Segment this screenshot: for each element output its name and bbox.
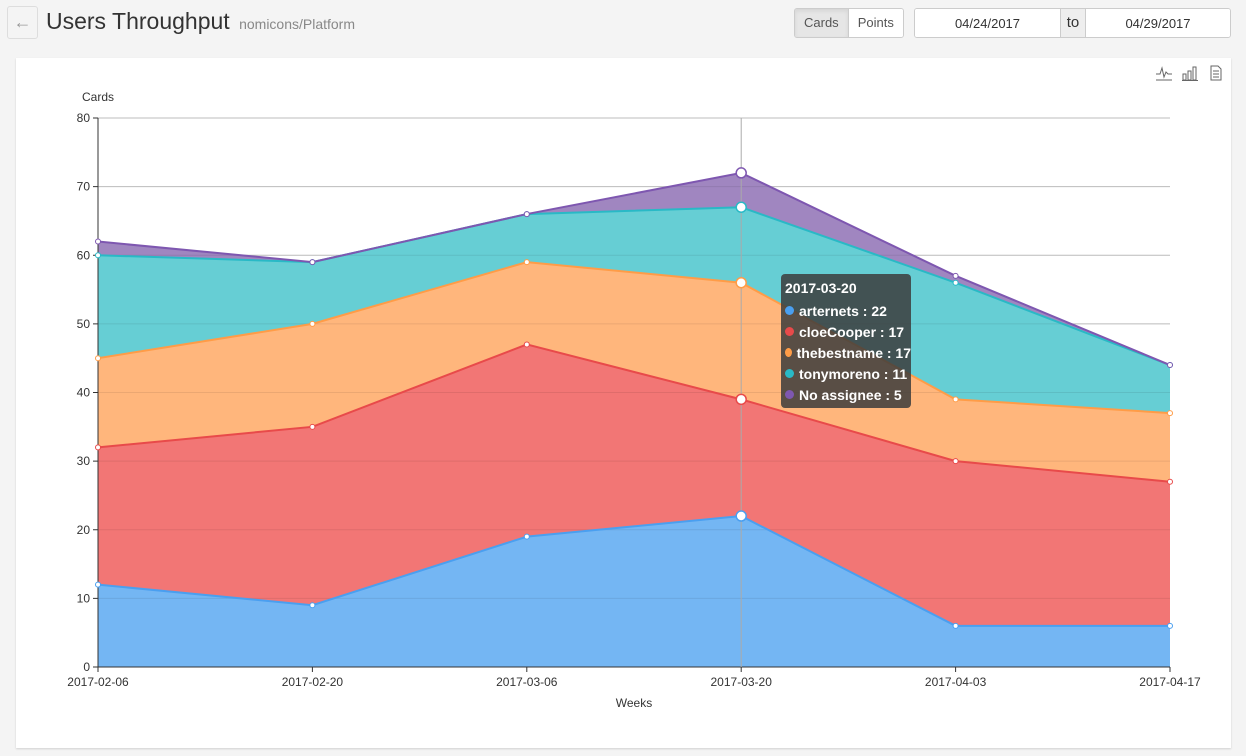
y-tick-label: 0 (83, 660, 90, 674)
data-point (95, 252, 101, 259)
x-tick-label: 2017-02-20 (282, 675, 344, 689)
data-point (523, 211, 530, 218)
data-point (309, 423, 316, 430)
data-point (735, 510, 747, 522)
data-point (309, 602, 316, 609)
data-point (952, 458, 959, 465)
data-point (95, 238, 101, 245)
data-point (95, 355, 101, 362)
x-tick-label: 2017-04-03 (925, 675, 987, 689)
data-point (95, 444, 101, 451)
x-tick-label: 2017-03-06 (496, 675, 558, 689)
data-point (735, 393, 747, 406)
stacked-area-chart: 0 10 20 30 40 50 60 70 80 2017-02-06 2017-02-20 201… (67, 90, 1201, 710)
data-point (1167, 410, 1173, 417)
data-point (523, 533, 530, 540)
data-point (952, 622, 959, 629)
data-point (735, 201, 747, 213)
data-point (523, 259, 530, 266)
data-point (952, 279, 959, 286)
y-axis-label: Cards (82, 90, 114, 104)
x-tick-label: 2017-03-20 (711, 675, 773, 689)
y-tick-label: 70 (77, 180, 91, 194)
data-point (1167, 622, 1173, 629)
y-tick-label: 20 (77, 523, 91, 537)
data-point (952, 396, 959, 403)
y-tick-label: 50 (77, 317, 91, 331)
data-point (95, 581, 101, 588)
data-point (735, 167, 747, 179)
x-tick-label: 2017-02-06 (67, 675, 129, 689)
data-point (309, 320, 316, 327)
x-axis-label: Weeks (616, 696, 652, 710)
x-tick-label: 2017-04-17 (1139, 675, 1201, 689)
data-point (523, 341, 530, 348)
data-point (309, 259, 316, 266)
y-tick-label: 60 (77, 248, 91, 262)
data-point (1167, 362, 1173, 369)
series-areas (98, 117, 1170, 667)
data-point (1167, 478, 1173, 485)
y-tick-label: 10 (77, 591, 91, 605)
y-tick-label: 30 (77, 454, 91, 468)
data-point (952, 272, 959, 279)
y-tick-label: 80 (77, 111, 91, 125)
y-tick-label: 40 (77, 386, 91, 400)
data-point (735, 276, 747, 289)
